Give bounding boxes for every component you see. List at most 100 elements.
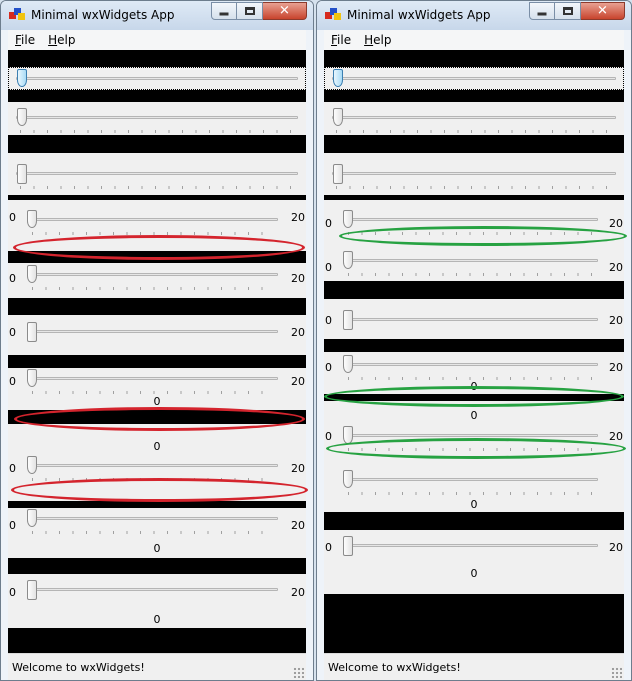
slider-thumb[interactable] [17,108,27,126]
slider-ticks [348,232,594,235]
menu-help[interactable]: Help [357,30,397,50]
slider-9[interactable]: 0 20 [324,424,624,468]
slider-track[interactable] [16,116,298,119]
title-bar[interactable]: Minimal wxWidgets App ✕ [1,1,313,30]
slider-2[interactable] [8,102,306,135]
menu-file[interactable]: File [8,30,41,50]
slider-track[interactable] [344,318,598,321]
slider-track[interactable] [332,77,616,80]
slider-8[interactable]: 0 [8,424,306,455]
slider-thumb[interactable] [27,265,37,283]
slider-7[interactable]: 0 20 0 [324,352,624,394]
slider-value-label: 0 [153,613,161,626]
slider-ticks [32,232,274,235]
slider-track[interactable] [28,588,278,591]
slider-thumb[interactable] [27,456,37,474]
slider-thumb[interactable] [343,426,353,444]
resize-grip-icon[interactable] [611,667,622,678]
close-button[interactable]: ✕ [263,2,307,20]
slider-5[interactable]: 0 20 [8,263,306,298]
slider-track[interactable] [28,273,278,276]
slider-9[interactable]: 0 20 [8,455,306,501]
slider-thumb[interactable] [27,369,37,387]
window-title: Minimal wxWidgets App [347,8,491,22]
slider-thumb[interactable] [343,470,353,488]
slider-value-label: 0 [470,380,478,393]
slider-thumb[interactable] [343,355,353,373]
slider-5[interactable]: 0 20 [324,245,624,281]
slider-max-label: 20 [609,430,623,443]
slider-thumb[interactable] [343,536,353,556]
slider-11[interactable]: 0 20 0 [324,530,624,594]
slider-thumb[interactable] [27,509,37,527]
slider-10[interactable]: 0 [324,468,624,512]
slider-max-label: 20 [609,314,623,327]
slider-min-label: 0 [325,314,332,327]
menu-file[interactable]: File [324,30,357,50]
slider-thumb[interactable] [333,108,343,126]
slider-thumb[interactable] [343,210,353,228]
slider-thumb[interactable] [27,210,37,228]
slider-6[interactable]: 0 20 [8,315,306,355]
title-bar[interactable]: Minimal wxWidgets App ✕ [317,1,631,30]
maximize-button[interactable] [237,2,263,20]
slider-track[interactable] [16,172,298,175]
slider-thumb[interactable] [17,69,27,87]
slider-track[interactable] [344,363,598,366]
slider-3[interactable] [8,153,306,195]
slider-track[interactable] [344,434,598,437]
slider-track[interactable] [28,330,278,333]
close-button[interactable]: ✕ [581,2,625,20]
minimize-button[interactable] [529,2,555,20]
slider-thumb[interactable] [27,322,37,342]
slider-min-label: 0 [9,586,16,599]
slider-7[interactable]: 0 20 0 [8,368,306,410]
slider-ticks [20,130,294,133]
slider-min-label: 0 [9,211,16,224]
slider-track[interactable] [28,464,278,467]
slider-track[interactable] [332,116,616,119]
slider-max-label: 20 [291,272,305,285]
status-text: Welcome to wxWidgets! [12,661,145,674]
slider-6[interactable]: 0 20 [324,299,624,339]
slider-track[interactable] [28,377,278,380]
slider-max-label: 20 [609,361,623,374]
slider-1[interactable] [324,67,624,90]
slider-thumb[interactable] [343,310,353,330]
slider-track[interactable] [28,517,278,520]
slider-10[interactable]: 0 20 0 [8,508,306,558]
menu-help[interactable]: Help [41,30,81,50]
slider-ticks [32,287,274,290]
slider-track[interactable] [344,544,598,547]
minimize-icon [219,12,229,16]
slider-track[interactable] [28,218,278,221]
slider-2[interactable] [324,102,624,135]
resize-grip-icon[interactable] [293,667,304,678]
slider-thumb[interactable] [333,69,343,87]
slider-thumb[interactable] [27,580,37,600]
wxwidgets-app-icon [9,8,25,22]
minimize-button[interactable] [211,2,237,20]
maximize-button[interactable] [555,2,581,20]
slider-8[interactable]: 0 [324,401,624,424]
slider-thumb[interactable] [343,251,353,269]
slider-ticks [32,391,274,394]
slider-track[interactable] [344,478,598,481]
slider-track[interactable] [16,77,298,80]
client-area: File Help 0 20 0 20 0 20 0 20 0 0 0 20 0 20 0 0 20 0 Welc… [8,30,306,680]
slider-thumb[interactable] [17,164,27,184]
slider-thumb[interactable] [333,164,343,184]
slider-track[interactable] [332,172,616,175]
right-window: Minimal wxWidgets App ✕ File Help 0 20 0 20… [316,0,632,681]
slider-3[interactable] [324,153,624,195]
slider-max-label: 20 [291,375,305,388]
slider-min-label: 0 [9,462,16,475]
slider-11[interactable]: 0 20 0 [8,574,306,628]
slider-1[interactable] [8,67,306,90]
slider-ticks [32,531,274,534]
slider-4[interactable]: 0 20 [8,200,306,251]
slider-min-label: 0 [325,541,332,554]
slider-4[interactable]: 0 20 [324,200,624,245]
slider-track[interactable] [344,218,598,221]
slider-track[interactable] [344,259,598,262]
